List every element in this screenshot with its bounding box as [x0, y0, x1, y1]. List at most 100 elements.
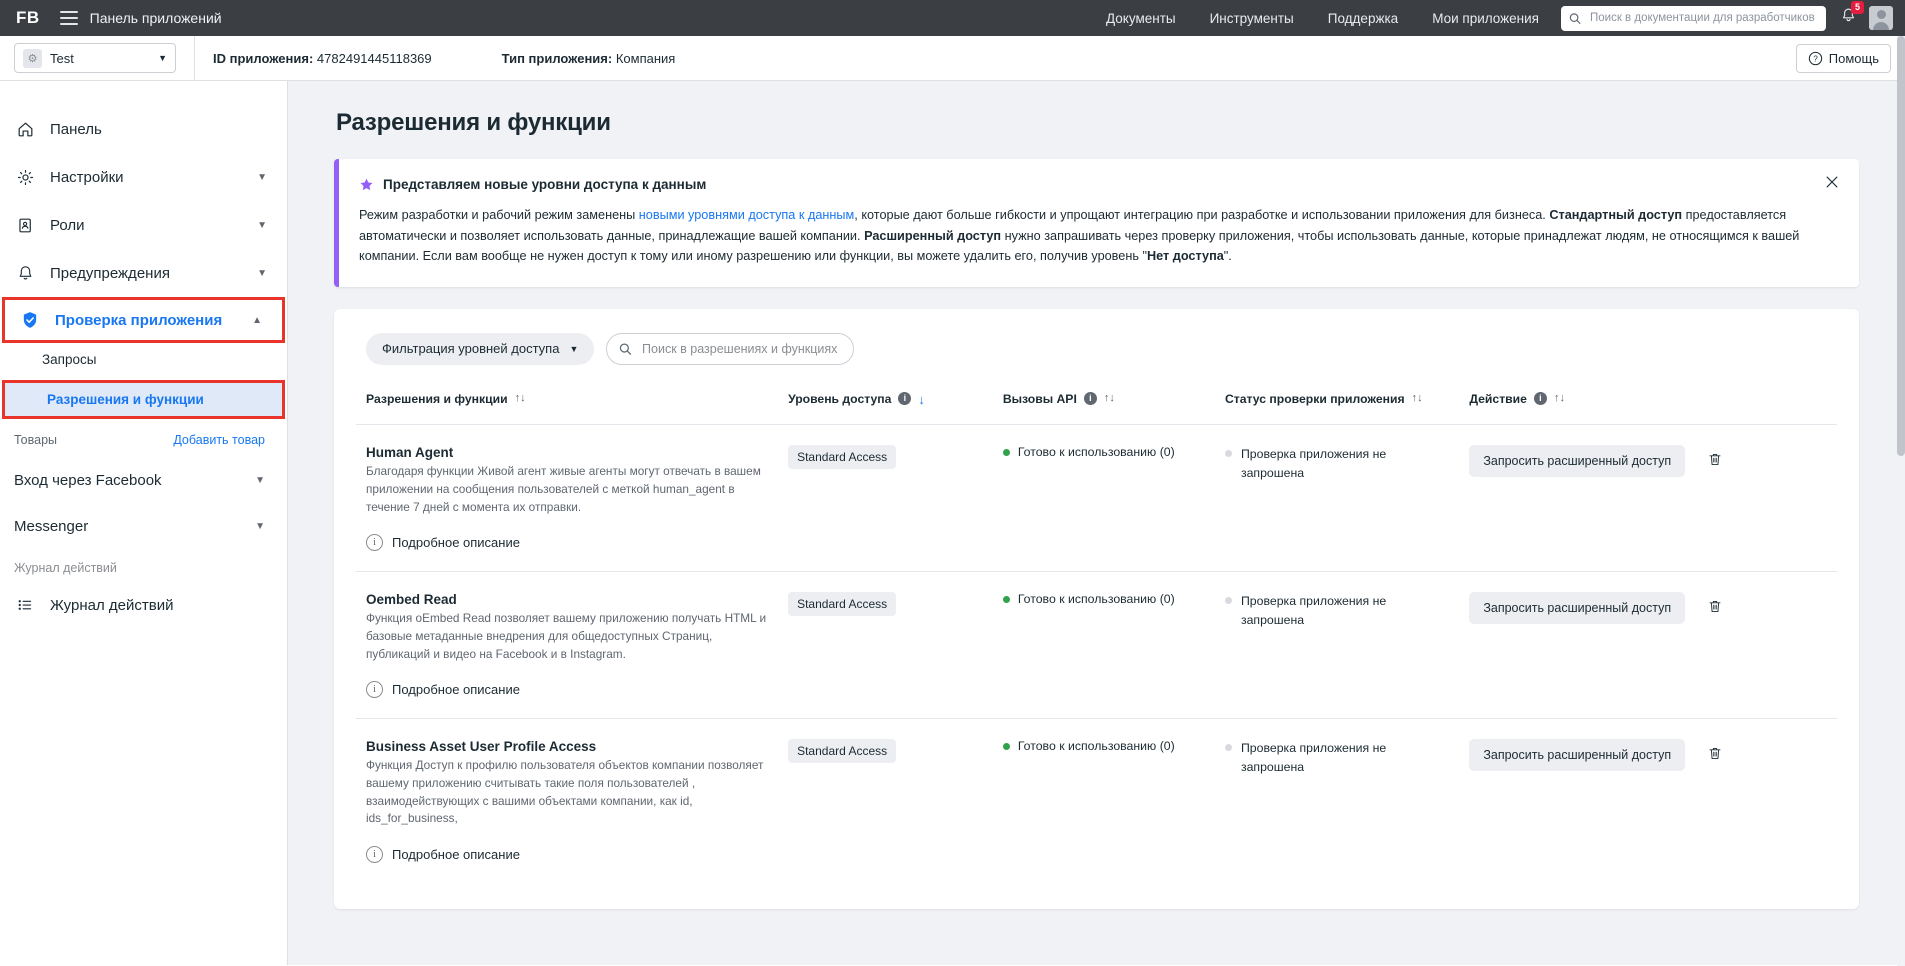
- cell-review-status: Проверка приложения не запрошена: [1214, 424, 1460, 572]
- sort-icon[interactable]: ↑↓: [1104, 391, 1115, 406]
- column-label: Статус проверки приложения: [1224, 391, 1405, 406]
- app-id-label: ID приложения:: [213, 50, 314, 66]
- detail-description-link[interactable]: i Подробное описание: [366, 534, 770, 552]
- topnav-item-docs[interactable]: Документы: [1106, 11, 1176, 26]
- access-level-tag: Standard Access: [788, 739, 897, 764]
- global-search-box[interactable]: [1561, 5, 1826, 31]
- chevron-down-icon: ▼: [158, 53, 167, 63]
- home-icon: [14, 118, 36, 140]
- permissions-search-box[interactable]: [606, 332, 855, 365]
- cell-action: Запросить расширенный доступ: [1459, 424, 1837, 572]
- user-avatar[interactable]: [1869, 6, 1893, 30]
- banner-link-data-access-levels[interactable]: новыми уровнями доступа к данным: [639, 208, 854, 222]
- topnav-item-support[interactable]: Поддержка: [1328, 11, 1398, 26]
- page-scrollbar[interactable]: [1897, 36, 1905, 966]
- add-product-link[interactable]: Добавить товар: [173, 433, 265, 447]
- sidebar-item-alerts[interactable]: Предупреждения ▼: [0, 249, 287, 297]
- permissions-toolbar: Фильтрация уровней доступа ▼: [356, 327, 1837, 381]
- status-dot-green-icon: [1002, 448, 1010, 456]
- detail-description-link[interactable]: i Подробное описание: [366, 681, 770, 699]
- request-advanced-access-button[interactable]: Запросить расширенный доступ: [1469, 445, 1686, 478]
- request-advanced-access-button[interactable]: Запросить расширенный доступ: [1469, 739, 1686, 772]
- banner-bold-no-access: Нет доступа: [1147, 249, 1224, 264]
- info-icon[interactable]: i: [1533, 391, 1547, 405]
- info-circle-icon: i: [366, 534, 383, 552]
- sort-icon[interactable]: ↑↓: [1554, 391, 1565, 406]
- app-selector-dropdown[interactable]: ⚙ Test ▼: [14, 43, 176, 73]
- chevron-down-icon: ▼: [257, 219, 267, 231]
- page-title: Разрешения и функции: [336, 109, 611, 136]
- review-status-text: Проверка приложения не запрошена: [1240, 594, 1387, 628]
- delete-button[interactable]: [1707, 451, 1723, 471]
- sidebar-item-activity-log[interactable]: Журнал действий: [0, 581, 287, 629]
- column-header-permissions[interactable]: Разрешения и функции ↑↓: [356, 381, 778, 425]
- permission-description: Функция oEmbed Read позволяет вашему при…: [366, 611, 767, 661]
- app-id-value: 4782491445118369: [316, 50, 432, 66]
- permissions-search-input[interactable]: [640, 340, 842, 357]
- request-advanced-access-button[interactable]: Запросить расширенный доступ: [1469, 592, 1686, 625]
- sidebar-item-label: Настройки: [50, 168, 124, 186]
- hamburger-menu-icon[interactable]: [59, 11, 78, 25]
- sidebar-item-roles[interactable]: Роли ▼: [0, 201, 287, 249]
- access-level-filter-button[interactable]: Фильтрация уровней доступа ▼: [366, 332, 595, 365]
- sidebar-subitem-requests[interactable]: Запросы: [0, 343, 287, 376]
- permissions-card: Фильтрация уровней доступа ▼ Поиск в раз…: [334, 308, 1859, 909]
- list-icon: [14, 594, 36, 616]
- banner-title-row: Представляем новые уровни доступа к данн…: [359, 177, 1837, 192]
- delete-button[interactable]: [1707, 598, 1723, 618]
- fb-logo[interactable]: FB: [16, 8, 40, 28]
- info-icon[interactable]: i: [898, 391, 912, 405]
- banner-text-1: Режим разработки и рабочий режим заменен…: [359, 208, 639, 222]
- review-status-text: Проверка приложения не запрошена: [1240, 447, 1387, 481]
- info-banner: Представляем новые уровни доступа к данн…: [334, 159, 1859, 287]
- column-header-review-status[interactable]: Статус проверки приложения ↑↓: [1215, 381, 1459, 425]
- shield-check-icon: [19, 309, 41, 331]
- column-header-access-level[interactable]: Уровень доступа i ↓: [778, 381, 993, 425]
- info-icon[interactable]: i: [1083, 391, 1097, 405]
- cell-access-level: Standard Access: [778, 718, 993, 884]
- chevron-down-icon: ▼: [255, 520, 265, 532]
- delete-button[interactable]: [1707, 745, 1723, 765]
- sidebar-item-label: Вход через Facebook: [14, 471, 162, 489]
- gear-icon: [14, 166, 36, 188]
- info-circle-icon: i: [366, 846, 383, 864]
- products-label: Товары: [14, 433, 57, 447]
- global-search-input[interactable]: [1588, 11, 1818, 25]
- sidebar-item-facebook-login[interactable]: Вход через Facebook ▼: [0, 457, 287, 503]
- sort-icon[interactable]: ↑↓: [515, 391, 526, 406]
- column-header-action[interactable]: Действие i ↑↓: [1459, 381, 1837, 425]
- banner-close-button[interactable]: [1823, 173, 1843, 193]
- sort-icon[interactable]: ↓: [918, 391, 925, 409]
- cell-review-status: Проверка приложения не запрошена: [1214, 571, 1460, 719]
- column-header-api-calls[interactable]: Вызовы API i ↑↓: [993, 381, 1215, 425]
- top-navigation: Документы Инструменты Поддержка Мои прил…: [1106, 11, 1539, 26]
- scrollbar-thumb[interactable]: [1897, 36, 1905, 456]
- sidebar-item-messenger[interactable]: Messenger ▼: [0, 503, 287, 549]
- sort-icon[interactable]: ↑↓: [1412, 391, 1423, 406]
- table-row: Human Agent Благодаря функции Живой аген…: [356, 424, 1837, 572]
- sidebar-item-settings[interactable]: Настройки ▼: [0, 153, 287, 201]
- help-button-label: Помощь: [1828, 50, 1879, 66]
- star-icon: [360, 178, 373, 191]
- help-button[interactable]: ? Помощь: [1795, 43, 1891, 73]
- topnav-item-tools[interactable]: Инструменты: [1210, 11, 1294, 26]
- trash-icon: [1709, 601, 1721, 613]
- detail-description-link[interactable]: i Подробное описание: [366, 846, 770, 864]
- info-circle-icon: i: [366, 681, 383, 699]
- app-selector-label: Test: [50, 50, 74, 66]
- permissions-table-body: Human Agent Благодаря функции Живой аген…: [356, 424, 1837, 884]
- notifications-button[interactable]: 5: [1840, 1, 1864, 29]
- app-shell: Панель Настройки ▼ Роли ▼ Предупреждения…: [0, 36, 1905, 966]
- notification-badge: 5: [1851, 1, 1864, 14]
- topnav-item-my-apps[interactable]: Мои приложения: [1432, 11, 1539, 26]
- column-label: Вызовы API: [1002, 391, 1077, 406]
- access-level-tag: Standard Access: [788, 592, 897, 617]
- svg-text:?: ?: [1813, 54, 1818, 63]
- trash-icon: [1709, 748, 1721, 760]
- sidebar-item-dashboard[interactable]: Панель: [0, 105, 287, 153]
- sidebar-subitem-permissions[interactable]: Разрешения и функции: [5, 383, 282, 416]
- sidebar-subitem-permissions-highlight: Разрешения и функции: [2, 380, 285, 419]
- api-calls-text: Готово к использованию (0): [1017, 445, 1175, 460]
- detail-link-label: Подробное описание: [392, 682, 520, 698]
- sidebar-item-app-review[interactable]: Проверка приложения ▲: [2, 297, 285, 343]
